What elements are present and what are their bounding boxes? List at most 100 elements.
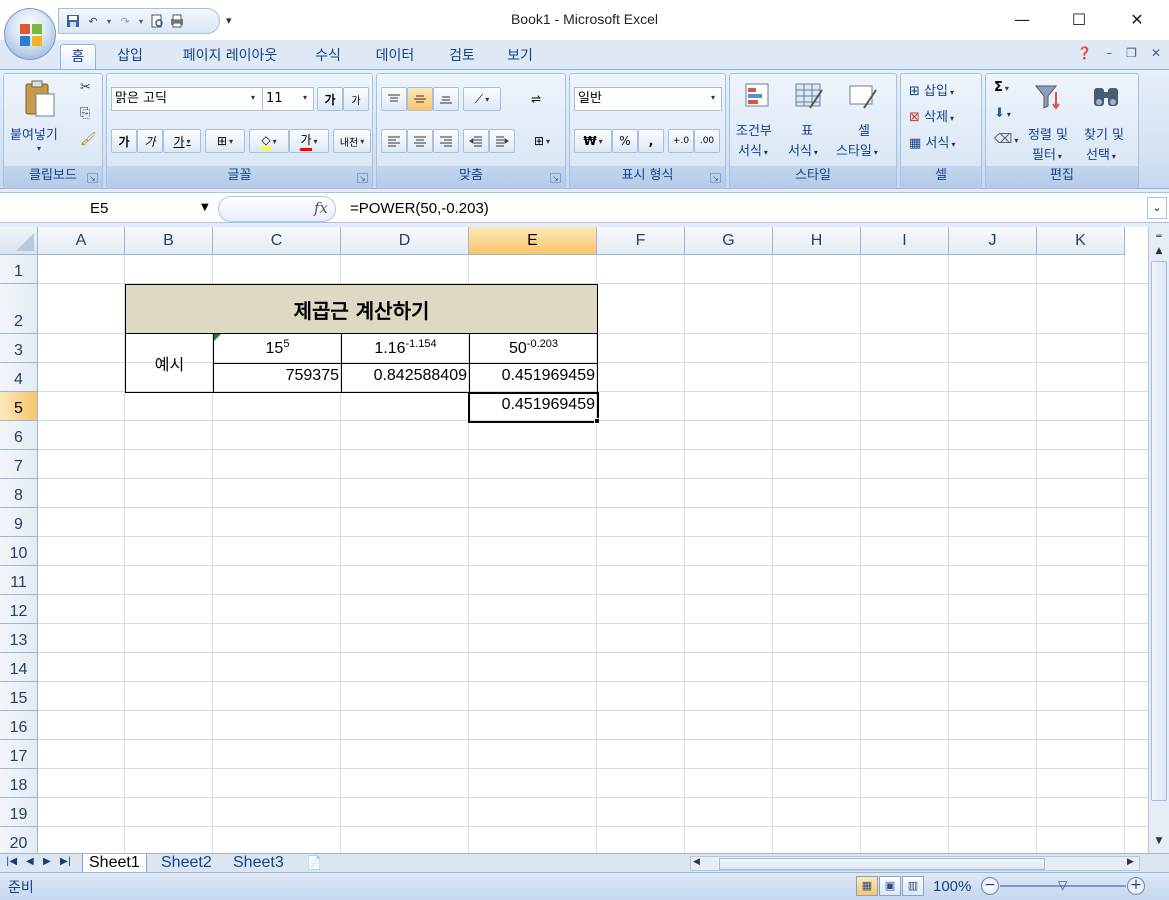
select-all-corner[interactable] — [0, 227, 38, 255]
currency-button[interactable]: ₩ ▾ — [574, 129, 612, 153]
cell-b3[interactable]: 예시 — [126, 334, 213, 392]
insert-function-icon[interactable]: fx — [314, 199, 328, 217]
page-break-view-button[interactable]: ▥ — [902, 876, 924, 896]
cell-d4[interactable]: 0.842588409 — [342, 367, 467, 385]
increase-indent-button[interactable] — [489, 129, 515, 153]
row-header-7[interactable]: 7 — [0, 450, 38, 479]
next-sheet-icon[interactable]: ▶ — [43, 856, 51, 867]
format-cells-button[interactable]: ▦ 서식 ▾ — [909, 132, 955, 151]
last-sheet-icon[interactable]: ▶| — [60, 856, 71, 867]
find-select-icon[interactable] — [1090, 82, 1122, 116]
column-header-c[interactable]: C — [213, 227, 341, 255]
column-header-e[interactable]: E — [469, 227, 597, 255]
sheet-tab-sheet2[interactable]: Sheet2 — [155, 854, 218, 873]
cell-c4[interactable]: 759375 — [214, 367, 339, 385]
title-cell-b2[interactable]: 제곱근 계산하기 — [125, 284, 598, 334]
row-header-14[interactable]: 14 — [0, 653, 38, 682]
undo-icon[interactable]: ↶ — [85, 13, 101, 29]
row-header-18[interactable]: 18 — [0, 769, 38, 798]
align-right-button[interactable] — [433, 129, 459, 153]
shrink-font-button[interactable]: 가 — [343, 87, 369, 111]
page-layout-view-button[interactable]: ▣ — [879, 876, 901, 896]
customize-qat-icon[interactable]: ▾ — [226, 14, 232, 27]
tab-review[interactable]: 검토 — [440, 44, 484, 69]
conditional-format-label2[interactable]: 서식 ▾ — [738, 140, 768, 159]
print-icon[interactable] — [169, 13, 185, 29]
tab-insert[interactable]: 삽입 — [108, 44, 152, 69]
number-launcher-icon[interactable]: ↘ — [710, 173, 721, 183]
ribbon-restore-icon[interactable]: ❐ — [1126, 46, 1137, 60]
row-header-2[interactable]: 2 — [0, 284, 38, 334]
zoom-out-icon[interactable]: − — [981, 877, 999, 895]
tab-view[interactable]: 보기 — [498, 44, 542, 69]
cell-d3[interactable]: 1.16-1.154 — [342, 335, 469, 363]
column-header-h[interactable]: H — [773, 227, 861, 255]
conditional-format-label[interactable]: 조건부 — [736, 120, 772, 139]
alignment-launcher-icon[interactable]: ↘ — [550, 173, 561, 183]
save-icon[interactable] — [65, 13, 81, 29]
ribbon-close-icon[interactable]: ✕ — [1151, 46, 1161, 60]
expand-formula-bar-icon[interactable]: ⌄ — [1147, 197, 1167, 219]
column-header-j[interactable]: J — [949, 227, 1037, 255]
row-header-10[interactable]: 10 — [0, 537, 38, 566]
maximize-button[interactable]: ☐ — [1050, 4, 1108, 34]
conditional-format-icon[interactable] — [744, 82, 774, 116]
insert-sheet-icon[interactable]: 📄 — [300, 854, 328, 873]
tab-page-layout[interactable]: 페이지 레이아웃 — [168, 44, 292, 69]
tab-formulas[interactable]: 수식 — [306, 44, 350, 69]
format-table-icon[interactable] — [794, 82, 824, 116]
scroll-right-icon[interactable]: ▶ — [1127, 857, 1134, 867]
clear-button[interactable]: ⌫ ▾ — [994, 132, 1018, 147]
row-header-5[interactable]: 5 — [0, 392, 38, 421]
cut-icon[interactable]: ✂ — [80, 80, 91, 95]
column-header-k[interactable]: K — [1037, 227, 1125, 255]
row-header-12[interactable]: 12 — [0, 595, 38, 624]
format-table-label2[interactable]: 서식 ▾ — [788, 140, 818, 159]
redo-icon[interactable]: ↷ — [117, 13, 133, 29]
delete-cells-button[interactable]: ⊠ 삭제 ▾ — [909, 106, 954, 125]
print-preview-icon[interactable] — [149, 13, 165, 29]
format-table-label[interactable]: 표 — [801, 120, 813, 139]
font-name-select[interactable]: 맑은 고딕 — [111, 87, 263, 111]
name-box-dropdown-icon[interactable]: ▼ — [201, 202, 209, 213]
align-bottom-button[interactable] — [433, 87, 459, 111]
wrap-text-button[interactable]: ⇌ — [523, 87, 549, 111]
fill-handle[interactable] — [594, 418, 600, 424]
autosum-button[interactable]: Σ ▾ — [994, 80, 1009, 95]
align-left-button[interactable] — [381, 129, 407, 153]
sheet-tab-sheet3[interactable]: Sheet3 — [227, 854, 290, 873]
column-header-f[interactable]: F — [597, 227, 685, 255]
font-color-button[interactable]: 가 ▾ — [289, 129, 329, 153]
row-header-8[interactable]: 8 — [0, 479, 38, 508]
scroll-left-icon[interactable]: ◀ — [693, 857, 700, 867]
column-header-i[interactable]: I — [861, 227, 949, 255]
row-header-4[interactable]: 4 — [0, 363, 38, 392]
ribbon-minimize-icon[interactable]: – — [1106, 46, 1112, 60]
percent-button[interactable]: % — [612, 129, 638, 153]
vertical-scroll-thumb[interactable] — [1151, 261, 1167, 801]
zoom-in-icon[interactable]: + — [1127, 877, 1145, 895]
italic-button[interactable]: 가 — [137, 129, 163, 153]
column-header-d[interactable]: D — [341, 227, 469, 255]
zoom-slider-thumb[interactable]: ▽ — [1058, 878, 1068, 894]
clipboard-launcher-icon[interactable]: ↘ — [87, 173, 98, 183]
horizontal-scrollbar[interactable]: ◀ ▶ — [690, 856, 1140, 871]
scroll-up-icon[interactable]: ▲ — [1151, 243, 1167, 259]
row-header-20[interactable]: 20 — [0, 827, 38, 853]
decrease-indent-button[interactable] — [463, 129, 489, 153]
phonetic-button[interactable]: 내천 ▾ — [333, 129, 371, 153]
sort-filter-label2[interactable]: 필터 ▾ — [1032, 144, 1062, 163]
bold-button[interactable]: 가 — [111, 129, 137, 153]
row-header-19[interactable]: 19 — [0, 798, 38, 827]
paste-icon[interactable] — [22, 80, 56, 120]
fill-button[interactable]: ⬇ ▾ — [994, 106, 1011, 121]
underline-button[interactable]: 가 ▾ — [163, 129, 201, 153]
tab-home[interactable]: 홈 — [60, 44, 96, 69]
sheet-tab-sheet1[interactable]: Sheet1 — [82, 854, 147, 873]
number-format-select[interactable]: 일반 — [574, 87, 722, 111]
row-header-6[interactable]: 6 — [0, 421, 38, 450]
cell-styles-icon[interactable] — [848, 82, 878, 116]
row-header-11[interactable]: 11 — [0, 566, 38, 595]
row-header-1[interactable]: 1 — [0, 255, 38, 284]
column-header-g[interactable]: G — [685, 227, 773, 255]
